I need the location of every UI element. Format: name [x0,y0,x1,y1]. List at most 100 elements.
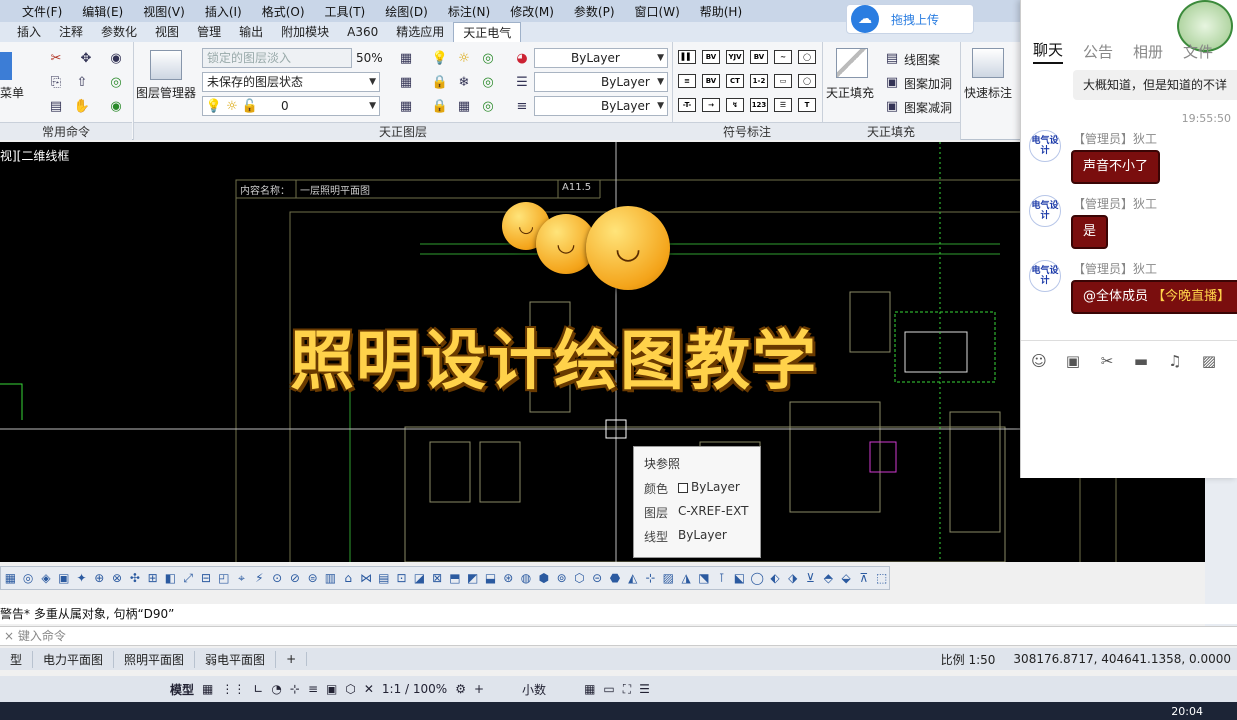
layer-tool-icon[interactable]: ▦ [398,50,414,66]
tool-icon[interactable]: ⊻ [803,570,818,586]
lock-layer-icon[interactable]: 🔒 [432,74,448,90]
tool-icon[interactable]: ⬔ [696,570,711,586]
units-readout[interactable]: 小数 [522,681,546,698]
line-pattern-button[interactable]: 线图案 [904,51,940,68]
command-input[interactable]: × 键入命令 [0,626,1237,646]
tool-icon[interactable]: ▤ [376,570,391,586]
symbol-tool-icon[interactable]: ▭ [774,74,792,88]
linetype-icon[interactable]: ☰ [514,74,530,90]
menu-item[interactable]: 视图(V) [133,3,195,20]
fullscreen-icon[interactable]: ⛶ [623,682,631,697]
sun-layer-icon[interactable]: ☼ [456,50,472,66]
add-layout-button[interactable]: + [276,652,308,666]
tool-icon[interactable]: ⤢ [181,570,196,586]
menu-item[interactable]: 文件(F) [12,3,72,20]
tool-icon[interactable]: ◯ [750,570,765,586]
plus-icon[interactable]: + [474,682,484,696]
tool-icon[interactable]: ◩ [465,570,480,586]
pattern-add-hole-icon[interactable]: ▣ [884,74,900,90]
gif-icon[interactable]: ▣ [1063,352,1083,370]
ribbon-tab[interactable]: 注释 [50,22,92,42]
menu-item[interactable]: 修改(M) [500,3,564,20]
avatar[interactable]: 电气设计 [1029,195,1061,227]
pattern-remove-hole-button[interactable]: 图案减洞 [904,99,952,116]
bulb-icon[interactable]: 💡 [432,50,448,66]
symbol-tool-icon[interactable]: BV [702,74,720,88]
tool-icon[interactable]: ⌖ [234,570,249,586]
3d-osnap-icon[interactable]: ⬡ [345,682,355,696]
tool-icon[interactable]: ⋈ [359,570,374,586]
tool-icon[interactable]: ⬢ [536,570,551,586]
layer-walk-icon[interactable]: ▦ [456,98,472,114]
tool-icon[interactable]: ▨ [661,570,676,586]
symbol-tool-icon[interactable]: 123 [750,98,768,112]
lineweight-select[interactable]: ByLayer ▼ [534,96,668,116]
layer-isolate-icon[interactable]: ◎ [480,74,496,90]
tool-icon[interactable]: ◪ [412,570,427,586]
tool-icon[interactable]: ⊺ [714,570,729,586]
symbol-tool-icon[interactable]: 1-2 [750,74,768,88]
quick-dim-icon[interactable] [972,48,1004,78]
copy-icon[interactable]: ⎘ [48,74,64,90]
symbol-tool-icon[interactable]: YJV [726,50,744,64]
tool-icon[interactable]: ⬣ [608,570,623,586]
arrow-up-icon[interactable]: ⇧ [74,74,90,90]
scale-readout[interactable]: 比例 1:50 [941,651,996,668]
layer-stack-icon[interactable] [150,50,182,80]
lock-layer-icon[interactable]: 🔒 [432,98,448,114]
menu-item[interactable]: 帮助(H) [690,3,752,20]
tool-icon[interactable]: ⊹ [643,570,658,586]
target-icon[interactable]: ◎ [108,74,124,90]
tool-icon[interactable]: ⊚ [554,570,569,586]
viewport-label[interactable]: 视][二维线框 [0,147,69,164]
menu-item[interactable]: 工具(T) [315,3,376,20]
pan-hand-icon[interactable]: ✋ [74,98,90,114]
color-wheel-icon[interactable]: ◕ [514,50,530,66]
ribbon-tab[interactable]: A360 [338,22,387,42]
annotation-icon[interactable]: ✕ [364,682,374,696]
symbol-tool-icon[interactable]: ↯ [726,98,744,112]
avatar[interactable]: 电气设计 [1029,130,1061,162]
quick-dim-button[interactable]: 快速标注 [964,84,1012,101]
tool-icon[interactable]: ⊙ [270,570,285,586]
pattern-remove-hole-icon[interactable]: ▣ [884,98,900,114]
layer-on-icon[interactable]: ◎ [480,50,496,66]
layer-manager-button[interactable]: 图层管理器 [136,84,196,101]
layer-eye-icon[interactable]: ◉ [108,98,124,114]
ribbon-tab[interactable]: 附加模块 [272,22,338,42]
tool-icon[interactable]: ⚡ [252,570,267,586]
tool-icon[interactable]: ⊠ [430,570,445,586]
tool-icon[interactable]: ⊗ [110,570,125,586]
tool-icon[interactable]: ⊜ [305,570,320,586]
ribbon-tab[interactable]: 视图 [146,22,188,42]
tianzheng-fill-button[interactable]: 天正填充 [826,84,874,101]
tool-icon[interactable]: ⊟ [199,570,214,586]
menu-item[interactable]: 插入(I) [195,3,252,20]
tool-icon[interactable]: ◎ [21,570,36,586]
tool-icon[interactable]: ▥ [323,570,338,586]
tool-icon[interactable]: ⊝ [590,570,605,586]
tool-icon[interactable]: ▦ [3,570,18,586]
tool-icon[interactable]: ⬙ [839,570,854,586]
linetype-select[interactable]: ByLayer ▼ [534,72,668,92]
layout-tab[interactable]: 弱电平面图 [195,650,277,668]
symbol-tool-icon[interactable]: -T- [678,98,696,112]
chat-tab[interactable]: 公告 [1083,41,1113,62]
menu-icon[interactable] [0,52,12,80]
tool-icon[interactable]: ⊕ [92,570,107,586]
tool-icon[interactable]: ⬓ [483,570,498,586]
tool-icon[interactable]: ⬖ [768,570,783,586]
tool-icon[interactable]: ⬡ [572,570,587,586]
symbol-tool-icon[interactable]: ▌▌ [678,50,696,64]
symbol-tool-icon[interactable]: BV [702,50,720,64]
customize-menu-icon[interactable]: ☰ [639,682,650,696]
symbol-tool-icon[interactable]: BV [750,50,768,64]
menu-item[interactable]: 格式(O) [252,3,315,20]
folder-icon[interactable]: ▬ [1131,352,1151,370]
tool-icon[interactable]: ⬒ [448,570,463,586]
layout-tab[interactable]: 型 [0,650,34,668]
model-space-button[interactable]: 模型 [170,681,194,698]
symbol-tool-icon[interactable]: ☰ [774,98,792,112]
polar-icon[interactable]: ◔ [271,682,281,696]
tool-icon[interactable]: ⊡ [394,570,409,586]
